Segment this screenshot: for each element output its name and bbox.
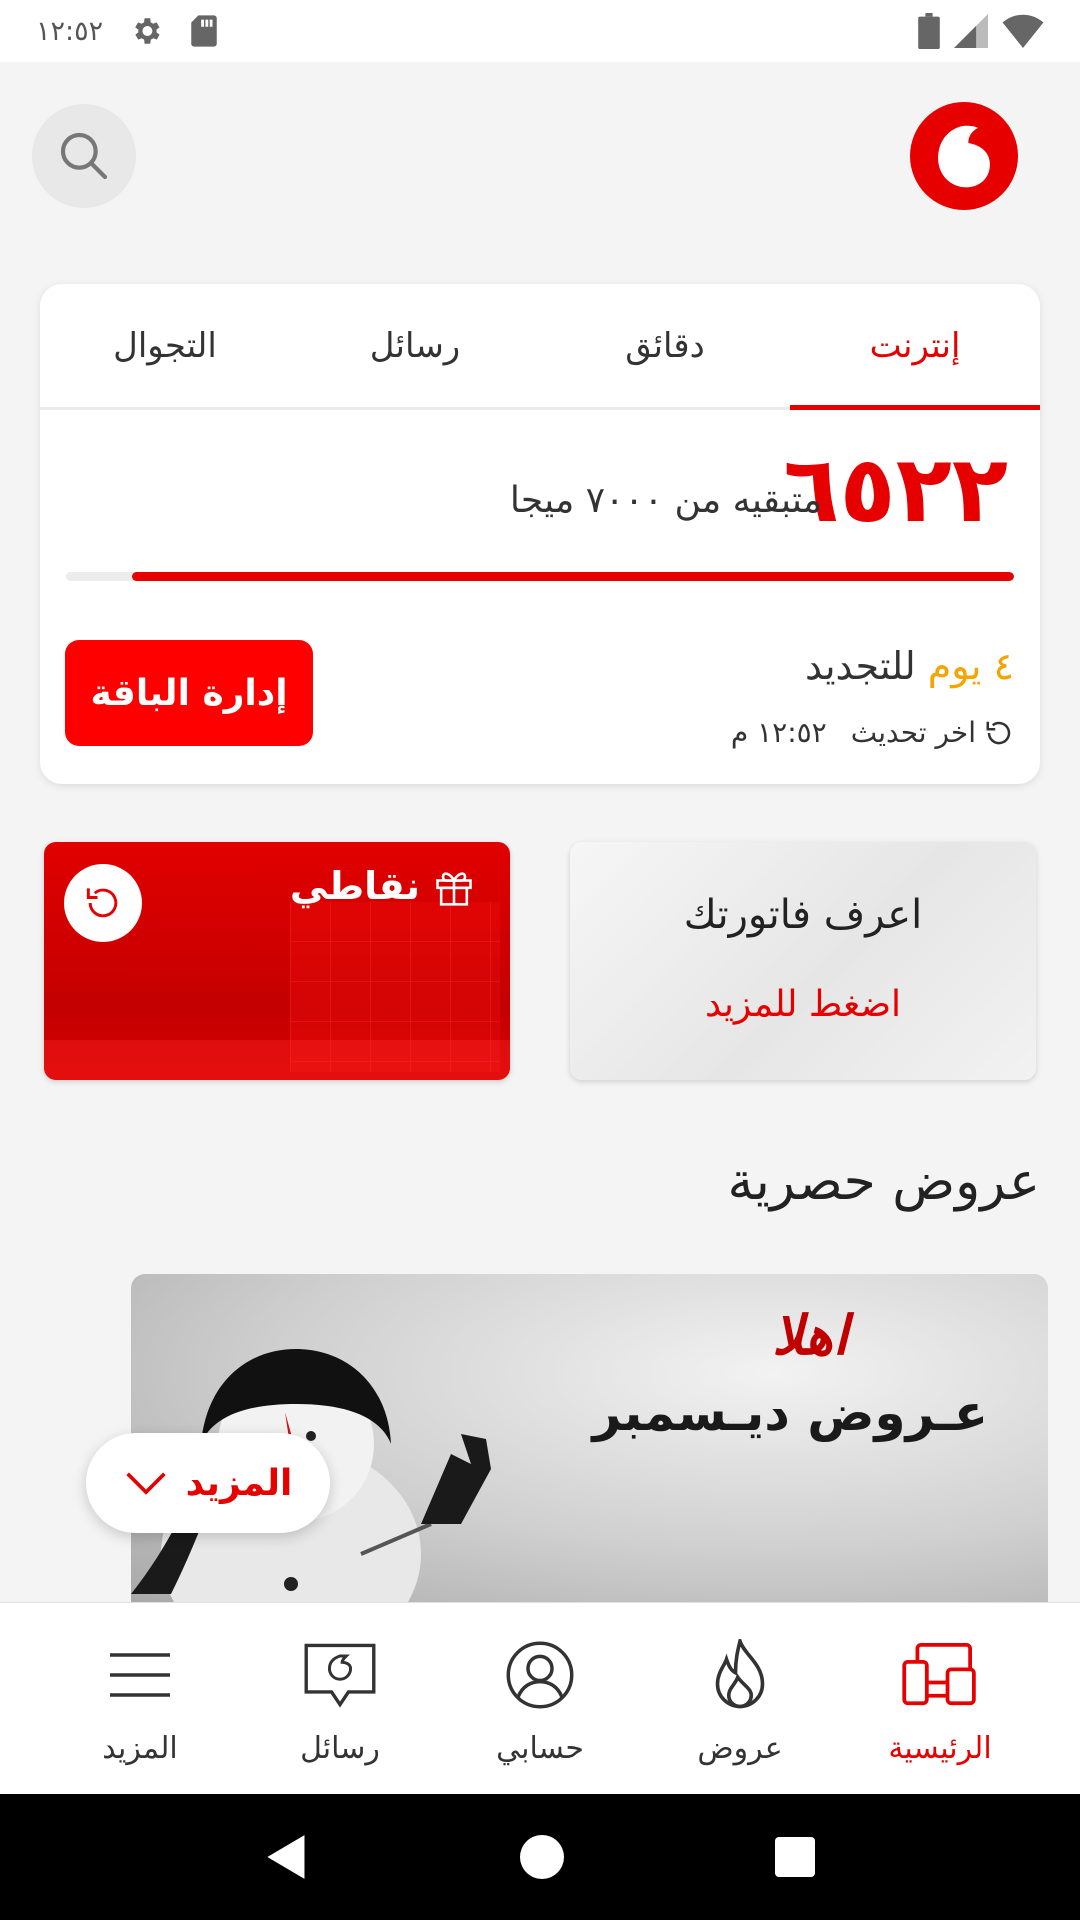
search-button[interactable]: [32, 104, 136, 208]
status-time: ١٢:٥٢: [36, 15, 104, 47]
bottom-nav: الرئيسية عروض حسابي رسائل المزيد: [0, 1602, 1080, 1794]
last-update-time: ١٢:٥٢ م: [730, 716, 827, 749]
refresh-icon[interactable]: [984, 718, 1014, 748]
tab-messages[interactable]: رسائل: [290, 284, 540, 407]
renew-label: للتجديد: [805, 644, 916, 688]
nav-item-account[interactable]: حسابي: [450, 1603, 630, 1794]
more-pill-button[interactable]: المزيد: [86, 1433, 330, 1533]
status-left: ١٢:٥٢: [36, 14, 219, 48]
refresh-icon: [86, 888, 118, 918]
tab-internet[interactable]: إنترنت: [790, 284, 1040, 410]
back-icon[interactable]: [265, 1833, 309, 1881]
usage-progress-fill: [132, 572, 1014, 581]
bill-title: اعرف فاتورتك: [683, 892, 923, 938]
status-bar: ١٢:٥٢: [0, 0, 1080, 62]
usage-tabs: إنترنت دقائق رسائل التجوال: [40, 284, 1040, 410]
header: [0, 62, 1080, 252]
renew-info: ٤ يوم للتجديد: [805, 644, 1014, 688]
vodafone-logo[interactable]: [910, 102, 1018, 210]
sd-card-icon: [191, 15, 217, 47]
menu-icon: [100, 1635, 180, 1715]
cell-signal-icon: [954, 14, 988, 48]
chevron-down-icon: [126, 1472, 166, 1495]
bill-card[interactable]: اعرف فاتورتك اضغط للمزيد: [570, 842, 1036, 1080]
status-right: [918, 13, 1044, 49]
user-icon: [500, 1635, 580, 1715]
manage-plan-button[interactable]: إدارة الباقة: [65, 640, 313, 746]
usage-progress-bar: [66, 572, 1014, 581]
nav-label-more: المزيد: [102, 1731, 178, 1766]
points-title: نقاطي: [290, 864, 476, 908]
battery-icon: [918, 13, 940, 49]
nav-label-home: الرئيسية: [888, 1731, 992, 1766]
last-update-label: اخر تحديث: [850, 716, 976, 749]
message-icon: [300, 1635, 380, 1715]
nav-item-home[interactable]: الرئيسية: [850, 1603, 1030, 1794]
wifi-icon: [1002, 14, 1044, 48]
nav-item-more[interactable]: المزيد: [50, 1603, 230, 1794]
points-label: نقاطي: [289, 864, 420, 908]
usage-card: إنترنت دقائق رسائل التجوال ٦٥٢٢ متبقيه م…: [40, 284, 1040, 784]
nav-label-account: حسابي: [496, 1731, 584, 1766]
home-devices-icon: [900, 1635, 980, 1715]
gift-icon: [436, 872, 472, 906]
nav-label-offers: عروض: [697, 1731, 783, 1766]
android-nav-bar: [0, 1794, 1080, 1920]
more-pill-label: المزيد: [185, 1462, 293, 1504]
nav-item-messages[interactable]: رسائل: [250, 1603, 430, 1794]
recents-icon[interactable]: [774, 1837, 815, 1877]
nav-item-offers[interactable]: عروض: [650, 1603, 830, 1794]
last-update: اخر تحديث ١٢:٥٢ م: [731, 716, 1014, 749]
bill-more-link[interactable]: اضغط للمزيد: [570, 984, 1036, 1025]
search-icon: [60, 132, 108, 180]
offer-hello: اهلا: [772, 1304, 848, 1367]
section-title: عروض حصرية: [727, 1152, 1040, 1212]
offer-title: عـروض ديـسمبر: [592, 1384, 988, 1442]
settings-icon: [135, 18, 160, 44]
tab-minutes[interactable]: دقائق: [540, 284, 790, 407]
renew-days: ٤ يوم: [927, 644, 1014, 688]
points-decoration-bottom: [44, 1040, 510, 1080]
home-icon[interactable]: [519, 1835, 564, 1879]
points-card[interactable]: نقاطي: [44, 842, 510, 1080]
flame-icon: [700, 1635, 780, 1715]
points-refresh-button[interactable]: [64, 864, 142, 942]
nav-label-messages: رسائل: [300, 1731, 380, 1766]
tab-roaming[interactable]: التجوال: [40, 284, 290, 407]
remaining-text: متبقيه من ٧٠٠٠ ميجا: [509, 480, 822, 521]
